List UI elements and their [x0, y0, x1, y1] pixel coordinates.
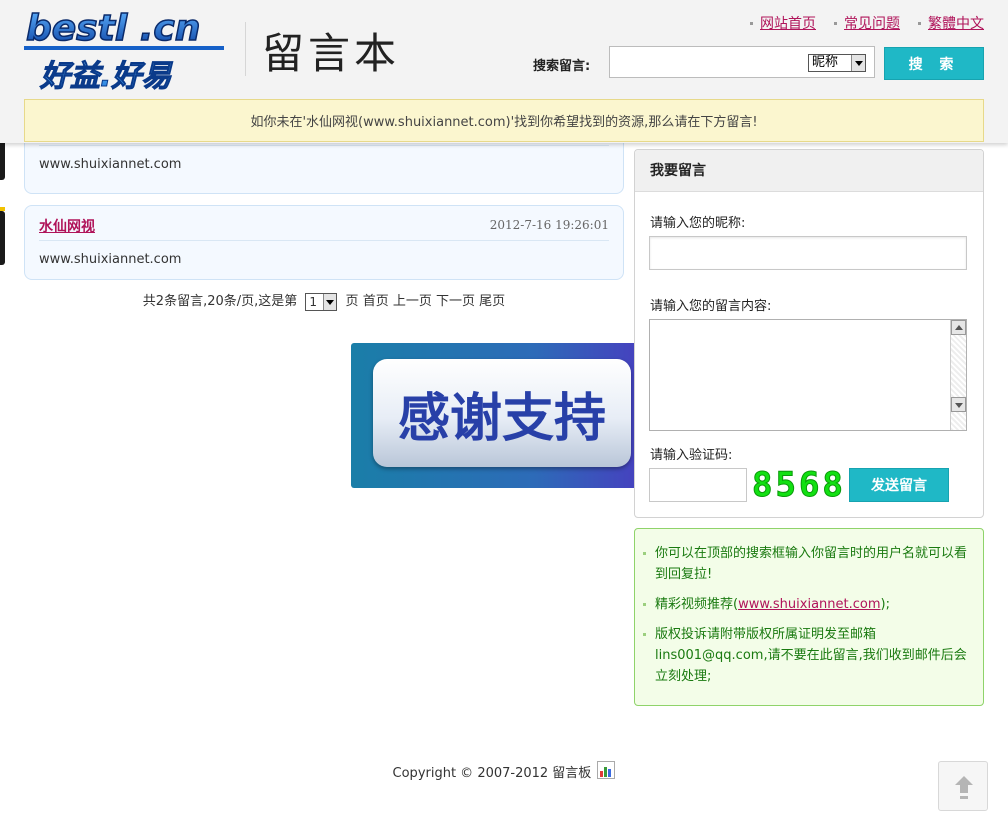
site-logo[interactable]: bestl .cn 好益.好易 [24, 7, 224, 95]
page-select[interactable]: 1 [305, 292, 338, 311]
captcha-image[interactable]: 8568 [752, 466, 844, 505]
nickname-label: 请输入您的昵称: [650, 216, 746, 231]
scroll-up-icon[interactable] [951, 320, 966, 335]
copyright-text: Copyright © 2007-2012 留言板 [392, 766, 592, 781]
nav-item-faq: 常见问题 [834, 13, 900, 33]
tip-item: 你可以在顶部的搜索框输入你留言时的用户名就可以看到回复拉! [643, 543, 969, 585]
page-footer: Copyright © 2007-2012 留言板 [0, 761, 1008, 781]
notice-bar: 如你未在'水仙网视(www.shuixiannet.com)'找到你希望找到的资… [24, 99, 984, 142]
tips-list: 你可以在顶部的搜索框输入你留言时的用户名就可以看到回复拉! 精彩视频推荐(www… [635, 529, 983, 687]
nav-item-home: 网站首页 [750, 13, 816, 33]
pagination-last[interactable]: 尾页 [479, 294, 505, 309]
thanks-banner-text: 感谢支持 [373, 359, 631, 467]
message-header: 水仙网视 2012-7-16 19:26:01 [39, 206, 609, 241]
message-form: 我要留言 请输入您的昵称: 请输入您的留言内容: 请输入验证码: 8568 发送… [634, 149, 984, 518]
nav-link-traditional-chinese[interactable]: 繁體中文 [928, 13, 984, 33]
tip-item: 版权投诉请附带版权所属证明发至邮箱lins001@qq.com,请不要在此留言,… [643, 624, 969, 687]
send-message-button[interactable]: 发送留言 [849, 468, 949, 502]
logo-divider [245, 22, 246, 76]
pagination-prev[interactable]: 上一页 [393, 294, 432, 309]
content-textarea[interactable] [649, 319, 967, 431]
top-nav: 网站首页 常见问题 繁體中文 [750, 13, 984, 33]
page-select-value: 1 [309, 294, 318, 309]
svg-text:bestl .cn: bestl .cn [26, 8, 200, 49]
content-label: 请输入您的留言内容: [650, 299, 772, 314]
page-header: bestl .cn 好益.好易 留言本 网站首页 常见问题 繁體中文 搜索留言:… [0, 0, 1008, 143]
site-logo-graphic: bestl .cn 好益.好易 [24, 7, 224, 95]
search-scope-select[interactable]: 昵称 [808, 54, 866, 72]
tip-text: ); [880, 597, 890, 612]
message-content: www.shuixiannet.com [39, 157, 182, 172]
message-time: 2012-7-16 19:26:01 [489, 218, 609, 232]
message-side-tab [0, 207, 5, 265]
textarea-scrollbar[interactable] [950, 320, 966, 430]
bullet-icon [918, 21, 921, 25]
scroll-down-icon[interactable] [951, 397, 966, 412]
message-author[interactable]: 水仙网视 [39, 216, 95, 236]
site-title: 留言本 [262, 29, 401, 78]
pagination-summary: 共2条留言,20条/页,这是第 [142, 294, 298, 309]
search-button[interactable]: 搜 索 [884, 47, 984, 80]
pagination-next[interactable]: 下一页 [436, 294, 475, 309]
search-input[interactable] [610, 47, 817, 77]
pagination-page-suffix: 页 [345, 294, 359, 309]
search-scope-value: 昵称 [812, 55, 839, 70]
message-card: 水仙网视 2012-7-16 19:26:01 www.shuixiannet.… [24, 205, 624, 280]
chevron-down-icon [851, 55, 865, 71]
nav-link-home[interactable]: 网站首页 [760, 13, 816, 33]
cnzz-stats-icon[interactable] [597, 761, 616, 779]
tip-text: 精彩视频推荐( [655, 597, 739, 612]
search-label: 搜索留言: [533, 59, 591, 74]
tip-link[interactable]: www.shuixiannet.com [738, 597, 880, 612]
thanks-banner: 感谢支持 [351, 343, 656, 488]
svg-text:好益.好易: 好益.好易 [39, 59, 173, 92]
back-to-top-arrow-up-icon[interactable] [938, 761, 988, 811]
nav-link-faq[interactable]: 常见问题 [844, 13, 900, 33]
tip-item: 精彩视频推荐(www.shuixiannet.com); [643, 594, 969, 615]
pagination-first[interactable]: 首页 [363, 294, 389, 309]
pagination: 共2条留言,20条/页,这是第 1 页 首页 上一页 下一页 尾页 [24, 290, 624, 311]
captcha-input[interactable] [649, 468, 747, 502]
nav-item-traditional: 繁體中文 [918, 13, 984, 33]
captcha-label: 请输入验证码: [650, 448, 733, 463]
message-content: www.shuixiannet.com [39, 252, 182, 267]
bullet-icon [834, 21, 837, 25]
chevron-down-icon [323, 293, 337, 310]
nickname-input[interactable] [649, 236, 967, 270]
tips-box: 你可以在顶部的搜索框输入你留言时的用户名就可以看到回复拉! 精彩视频推荐(www… [634, 528, 984, 706]
bullet-icon [750, 21, 753, 25]
form-title: 我要留言 [635, 150, 983, 192]
search-box: 昵称 [609, 46, 875, 78]
